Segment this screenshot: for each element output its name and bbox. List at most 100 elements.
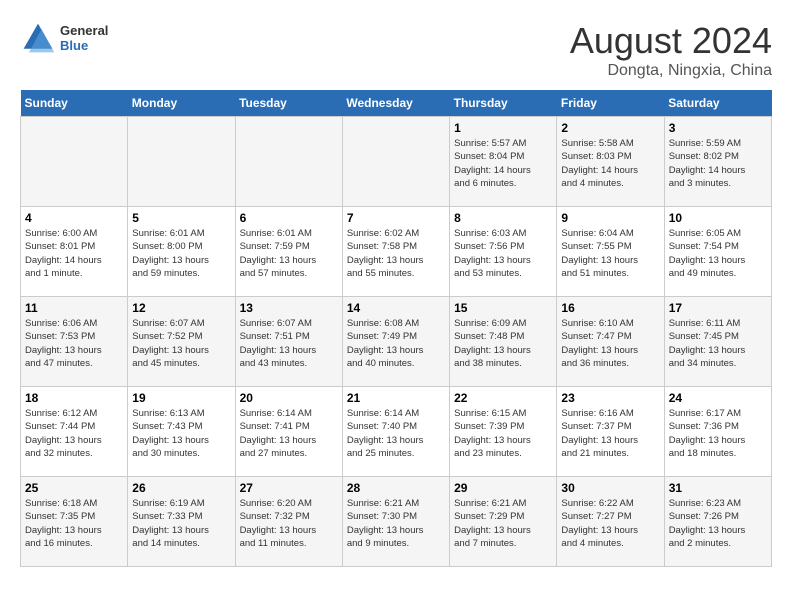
day-cell (342, 117, 449, 207)
day-info: Sunrise: 6:21 AM Sunset: 7:30 PM Dayligh… (347, 497, 445, 550)
day-number: 18 (25, 391, 123, 405)
day-cell: 17 Sunrise: 6:11 AM Sunset: 7:45 PM Dayli… (664, 297, 771, 387)
day-cell: 16 Sunrise: 6:10 AM Sunset: 7:47 PM Dayli… (557, 297, 664, 387)
col-header-sunday: Sunday (21, 90, 128, 117)
logo-icon (20, 20, 56, 56)
day-cell: 26Sunrise: 6:19 AM Sunset: 7:33 PM Dayli… (128, 477, 235, 567)
day-number: 11 (25, 301, 123, 315)
day-cell (128, 117, 235, 207)
logo-general: General (60, 23, 108, 38)
day-cell: 31 Sunrise: 6:23 AM Sunset: 7:26 PM Dayli… (664, 477, 771, 567)
day-number: 7 (347, 211, 445, 225)
day-info: Sunrise: 6:13 AM Sunset: 7:43 PM Dayligh… (132, 407, 230, 460)
day-info: Sunrise: 6:10 AM Sunset: 7:47 PM Dayligh… (561, 317, 659, 370)
day-cell: 20 Sunrise: 6:14 AM Sunset: 7:41 PM Dayli… (235, 387, 342, 477)
day-cell: 24 Sunrise: 6:17 AM Sunset: 7:36 PM Dayli… (664, 387, 771, 477)
day-info: Sunrise: 6:00 AM Sunset: 8:01 PM Dayligh… (25, 227, 123, 280)
day-number: 28 (347, 481, 445, 495)
day-cell: 14Sunrise: 6:08 AM Sunset: 7:49 PM Dayli… (342, 297, 449, 387)
day-number: 3 (669, 121, 767, 135)
day-number: 19 (132, 391, 230, 405)
day-info: Sunrise: 6:17 AM Sunset: 7:36 PM Dayligh… (669, 407, 767, 460)
day-number: 5 (132, 211, 230, 225)
day-number: 24 (669, 391, 767, 405)
day-number: 27 (240, 481, 338, 495)
day-info: Sunrise: 6:21 AM Sunset: 7:29 PM Dayligh… (454, 497, 552, 550)
day-cell (21, 117, 128, 207)
day-cell: 1 Sunrise: 5:57 AM Sunset: 8:04 PM Daylig… (450, 117, 557, 207)
day-info: Sunrise: 6:16 AM Sunset: 7:37 PM Dayligh… (561, 407, 659, 460)
day-info: Sunrise: 6:01 AM Sunset: 8:00 PM Dayligh… (132, 227, 230, 280)
day-info: Sunrise: 6:02 AM Sunset: 7:58 PM Dayligh… (347, 227, 445, 280)
col-header-saturday: Saturday (664, 90, 771, 117)
day-number: 26 (132, 481, 230, 495)
day-cell: 18 Sunrise: 6:12 AM Sunset: 7:44 PM Dayli… (21, 387, 128, 477)
day-number: 29 (454, 481, 552, 495)
day-cell: 8 Sunrise: 6:03 AM Sunset: 7:56 PM Daylig… (450, 207, 557, 297)
day-number: 1 (454, 121, 552, 135)
subtitle: Dongta, Ningxia, China (570, 62, 772, 80)
col-header-wednesday: Wednesday (342, 90, 449, 117)
day-info: Sunrise: 6:14 AM Sunset: 7:41 PM Dayligh… (240, 407, 338, 460)
day-info: Sunrise: 6:03 AM Sunset: 7:56 PM Dayligh… (454, 227, 552, 280)
week-row-4: 18 Sunrise: 6:12 AM Sunset: 7:44 PM Dayli… (21, 387, 772, 477)
day-number: 20 (240, 391, 338, 405)
logo: General Blue (20, 20, 108, 56)
day-cell: 4Sunrise: 6:00 AM Sunset: 8:01 PM Daylig… (21, 207, 128, 297)
day-cell: 30Sunrise: 6:22 AM Sunset: 7:27 PM Dayli… (557, 477, 664, 567)
day-info: Sunrise: 5:57 AM Sunset: 8:04 PM Dayligh… (454, 137, 552, 190)
day-cell: 19 Sunrise: 6:13 AM Sunset: 7:43 PM Dayli… (128, 387, 235, 477)
day-info: Sunrise: 6:05 AM Sunset: 7:54 PM Dayligh… (669, 227, 767, 280)
day-cell: 25 Sunrise: 6:18 AM Sunset: 7:35 PM Dayli… (21, 477, 128, 567)
day-cell: 2Sunrise: 5:58 AM Sunset: 8:03 PM Daylig… (557, 117, 664, 207)
title-area: August 2024 Dongta, Ningxia, China (570, 20, 772, 80)
day-cell: 21Sunrise: 6:14 AM Sunset: 7:40 PM Dayli… (342, 387, 449, 477)
day-cell (235, 117, 342, 207)
day-cell: 13Sunrise: 6:07 AM Sunset: 7:51 PM Dayli… (235, 297, 342, 387)
day-cell: 28 Sunrise: 6:21 AM Sunset: 7:30 PM Dayli… (342, 477, 449, 567)
main-title: August 2024 (570, 20, 772, 62)
day-info: Sunrise: 6:23 AM Sunset: 7:26 PM Dayligh… (669, 497, 767, 550)
logo-blue: Blue (60, 38, 108, 53)
day-number: 23 (561, 391, 659, 405)
day-cell: 22 Sunrise: 6:15 AM Sunset: 7:39 PM Dayli… (450, 387, 557, 477)
day-number: 2 (561, 121, 659, 135)
header-row: SundayMondayTuesdayWednesdayThursdayFrid… (21, 90, 772, 117)
week-row-1: 1 Sunrise: 5:57 AM Sunset: 8:04 PM Daylig… (21, 117, 772, 207)
day-cell: 6Sunrise: 6:01 AM Sunset: 7:59 PM Daylig… (235, 207, 342, 297)
day-cell: 5 Sunrise: 6:01 AM Sunset: 8:00 PM Daylig… (128, 207, 235, 297)
day-info: Sunrise: 6:06 AM Sunset: 7:53 PM Dayligh… (25, 317, 123, 370)
day-cell: 3 Sunrise: 5:59 AM Sunset: 8:02 PM Daylig… (664, 117, 771, 207)
day-number: 25 (25, 481, 123, 495)
day-number: 17 (669, 301, 767, 315)
header-area: General Blue August 2024 Dongta, Ningxia… (20, 20, 772, 80)
day-number: 22 (454, 391, 552, 405)
col-header-thursday: Thursday (450, 90, 557, 117)
day-number: 15 (454, 301, 552, 315)
day-number: 6 (240, 211, 338, 225)
day-info: Sunrise: 6:09 AM Sunset: 7:48 PM Dayligh… (454, 317, 552, 370)
day-cell: 15 Sunrise: 6:09 AM Sunset: 7:48 PM Dayli… (450, 297, 557, 387)
day-info: Sunrise: 6:20 AM Sunset: 7:32 PM Dayligh… (240, 497, 338, 550)
day-number: 8 (454, 211, 552, 225)
day-info: Sunrise: 6:18 AM Sunset: 7:35 PM Dayligh… (25, 497, 123, 550)
day-cell: 12 Sunrise: 6:07 AM Sunset: 7:52 PM Dayli… (128, 297, 235, 387)
day-info: Sunrise: 5:59 AM Sunset: 8:02 PM Dayligh… (669, 137, 767, 190)
day-number: 10 (669, 211, 767, 225)
col-header-tuesday: Tuesday (235, 90, 342, 117)
day-cell: 9Sunrise: 6:04 AM Sunset: 7:55 PM Daylig… (557, 207, 664, 297)
calendar-table: SundayMondayTuesdayWednesdayThursdayFrid… (20, 90, 772, 567)
day-info: Sunrise: 6:15 AM Sunset: 7:39 PM Dayligh… (454, 407, 552, 460)
day-number: 12 (132, 301, 230, 315)
day-number: 9 (561, 211, 659, 225)
day-info: Sunrise: 6:11 AM Sunset: 7:45 PM Dayligh… (669, 317, 767, 370)
day-number: 16 (561, 301, 659, 315)
day-info: Sunrise: 6:12 AM Sunset: 7:44 PM Dayligh… (25, 407, 123, 460)
week-row-5: 25 Sunrise: 6:18 AM Sunset: 7:35 PM Dayli… (21, 477, 772, 567)
week-row-2: 4Sunrise: 6:00 AM Sunset: 8:01 PM Daylig… (21, 207, 772, 297)
day-cell: 7 Sunrise: 6:02 AM Sunset: 7:58 PM Daylig… (342, 207, 449, 297)
day-info: Sunrise: 6:22 AM Sunset: 7:27 PM Dayligh… (561, 497, 659, 550)
day-number: 31 (669, 481, 767, 495)
day-info: Sunrise: 6:07 AM Sunset: 7:52 PM Dayligh… (132, 317, 230, 370)
week-row-3: 11 Sunrise: 6:06 AM Sunset: 7:53 PM Dayli… (21, 297, 772, 387)
